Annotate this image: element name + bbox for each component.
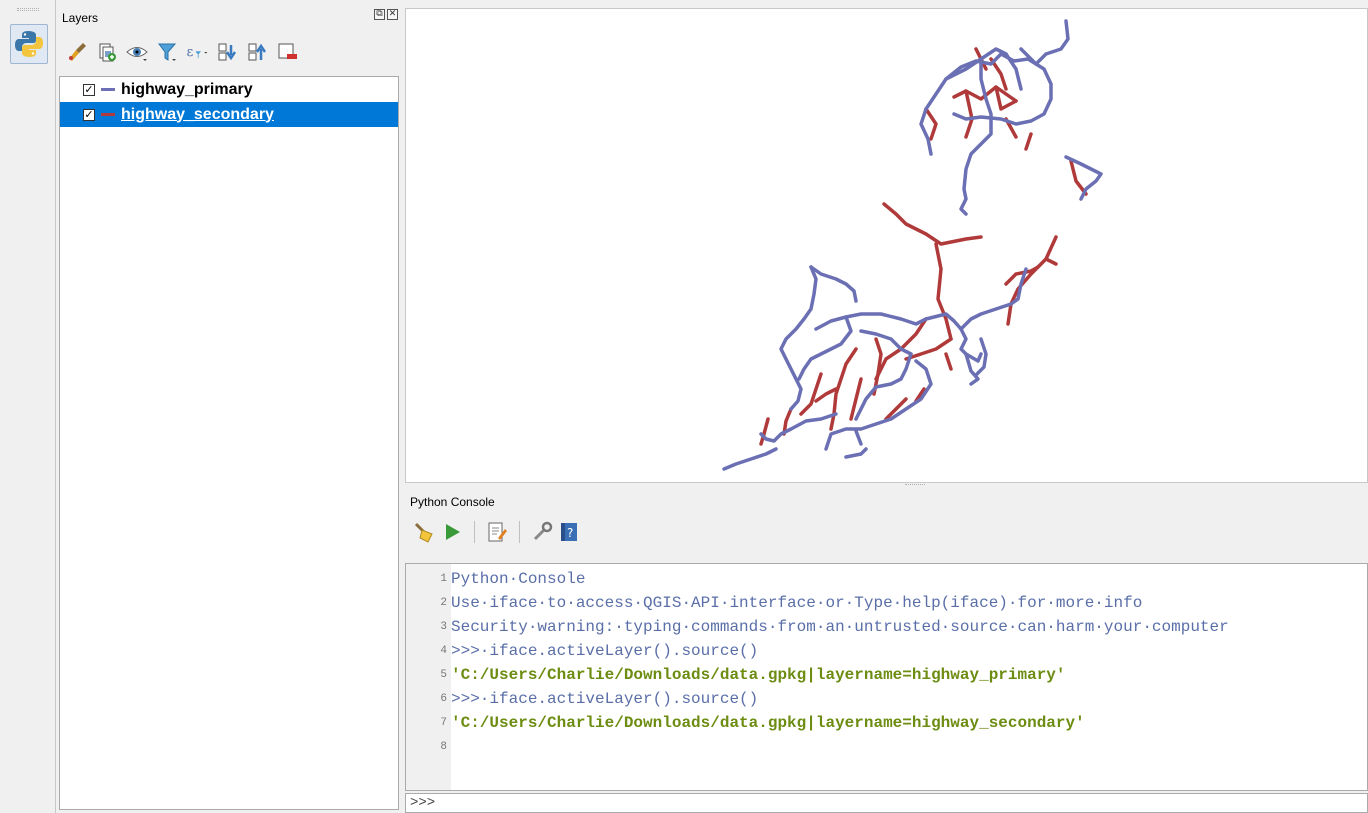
console-line: 3 Security·warning:·typing·commands·from·…: [406, 615, 1367, 639]
layer-visibility-checkbox[interactable]: ✓: [83, 108, 95, 121]
collapse-all-icon[interactable]: [245, 40, 269, 64]
console-line: 6 >>>·iface.activeLayer().source(): [406, 687, 1367, 711]
console-line: 5 'C:/Users/Charlie/Downloads/data.gpkg|l…: [406, 663, 1367, 687]
run-command-icon[interactable]: [440, 520, 464, 544]
style-manager-icon[interactable]: [65, 40, 89, 64]
line-symbol-icon: [101, 113, 115, 116]
plugins-toolbar: [0, 0, 56, 813]
expression-filter-icon[interactable]: ε: [185, 40, 209, 64]
layer-item-highway-secondary[interactable]: ✓ highway_secondary: [60, 102, 398, 127]
road-network-map: [722, 19, 1103, 471]
filter-icon[interactable]: [155, 40, 179, 64]
add-group-icon[interactable]: [95, 40, 119, 64]
layer-name[interactable]: highway_primary: [121, 81, 253, 99]
console-line: 1 Python·Console: [406, 567, 1367, 591]
help-icon[interactable]: ?: [558, 520, 582, 544]
layer-name[interactable]: highway_secondary: [121, 106, 274, 124]
line-text: >>>·iface.activeLayer().source(): [451, 690, 759, 708]
layer-tree: ✓ highway_primary ✓ highway_secondary: [59, 76, 399, 810]
console-lines: 1 Python·Console 2 Use·iface·to·access·QGI…: [406, 567, 1367, 759]
line-text: >>>·iface.activeLayer().source(): [451, 642, 759, 660]
line-number: 6: [440, 693, 447, 705]
line-number: 1: [440, 573, 447, 585]
line-text: 'C:/Users/Charlie/Downloads/data.gpkg|la…: [451, 666, 1066, 684]
splitter-grip[interactable]: [905, 484, 925, 487]
show-editor-icon[interactable]: [485, 520, 509, 544]
layers-panel: Layers ⧉ ✕ ε ✓ highway_primary ✓ highway…: [57, 0, 402, 813]
highway-secondary-features: [759, 47, 1088, 446]
line-text: Security·warning:·typing·commands·from·a…: [451, 618, 1229, 636]
svg-text:?: ?: [567, 526, 573, 540]
console-title: Python Console: [410, 495, 495, 509]
line-number: 4: [440, 645, 447, 657]
line-text: Python·Console: [451, 570, 586, 588]
toolbar-separator: [474, 521, 475, 543]
map-canvas[interactable]: [405, 8, 1368, 483]
layer-item-highway-primary[interactable]: ✓ highway_primary: [60, 77, 398, 102]
visibility-icon[interactable]: [125, 40, 149, 64]
line-number: 3: [440, 621, 447, 633]
python-console-button[interactable]: [10, 24, 48, 64]
line-number: 5: [440, 669, 447, 681]
options-wrench-icon[interactable]: [530, 520, 554, 544]
console-input[interactable]: >>>: [405, 793, 1368, 813]
svg-text:ε: ε: [187, 45, 194, 60]
layer-visibility-checkbox[interactable]: ✓: [83, 83, 95, 96]
python-icon: [15, 31, 43, 57]
line-text: 'C:/Users/Charlie/Downloads/data.gpkg|la…: [451, 714, 1085, 732]
panel-controls: ⧉ ✕: [374, 9, 398, 20]
console-output[interactable]: 1 Python·Console 2 Use·iface·to·access·QGI…: [405, 563, 1368, 791]
toolbar-separator: [519, 521, 520, 543]
toolbar-grip[interactable]: [17, 8, 39, 11]
remove-layer-icon[interactable]: [275, 40, 299, 64]
layers-toolbar: ε: [65, 40, 299, 64]
console-line: 7 'C:/Users/Charlie/Downloads/data.gpkg|l…: [406, 711, 1367, 735]
console-line: 2 Use·iface·to·access·QGIS·API·interface·…: [406, 591, 1367, 615]
console-line: 8: [406, 735, 1367, 759]
highway-primary-features: [722, 19, 1103, 471]
layers-panel-title: Layers: [62, 11, 99, 25]
line-number: 2: [440, 597, 447, 609]
line-number: 7: [440, 717, 447, 729]
line-symbol-icon: [101, 88, 115, 91]
console-prompt: >>>: [410, 795, 436, 811]
expand-all-icon[interactable]: [215, 40, 239, 64]
console-line: 4 >>>·iface.activeLayer().source(): [406, 639, 1367, 663]
line-number: 8: [440, 741, 447, 753]
console-toolbar: ?: [412, 520, 582, 544]
close-panel-icon[interactable]: ✕: [387, 9, 398, 20]
line-text: Use·iface·to·access·QGIS·API·interface·o…: [451, 594, 1143, 612]
float-panel-icon[interactable]: ⧉: [374, 9, 385, 20]
clear-console-icon[interactable]: [412, 520, 436, 544]
